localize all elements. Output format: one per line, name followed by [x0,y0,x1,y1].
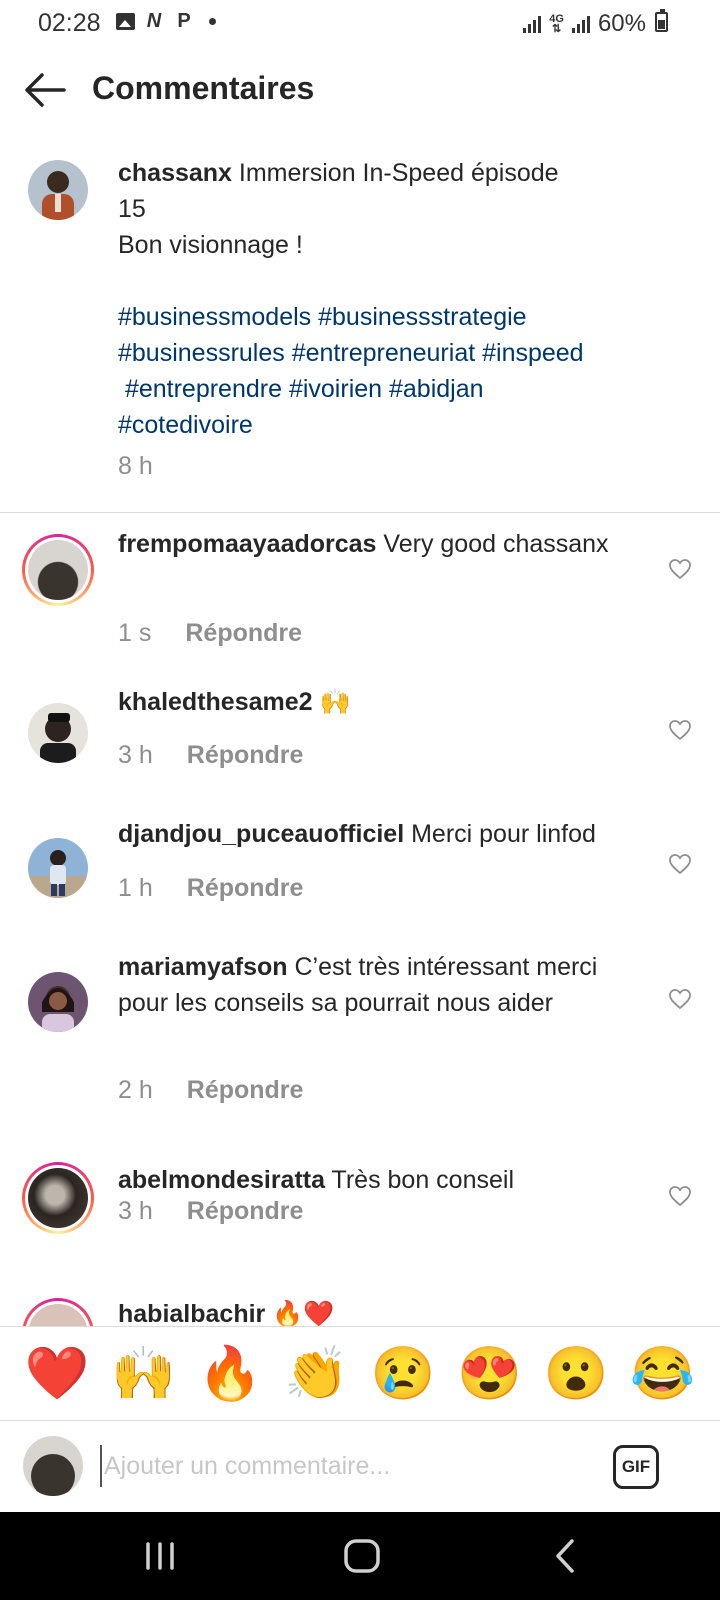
comment-body: Very good chassanx [376,530,609,558]
signal-icon [523,15,542,33]
emoji-heart[interactable]: ❤️ [22,1344,92,1404]
reply-button[interactable]: Répondre [185,619,302,648]
caption-username[interactable]: chassanx [118,159,232,187]
reply-button[interactable]: Répondre [187,741,304,770]
hashtags-line2[interactable]: #businessrules #entrepreneuriat #inspeed [118,335,648,371]
recent-apps-icon[interactable] [138,1534,182,1578]
comment-text: djandjou_puceauofficiel Merci pour linfo… [118,816,648,852]
n-app-icon: N [146,9,162,32]
emoji-heart-eyes[interactable]: 😍 [455,1344,525,1404]
comment-time: 1 h [118,874,153,902]
comment-username[interactable]: djandjou_puceauofficiel [118,820,404,848]
home-icon[interactable] [340,1534,384,1578]
hashtags-line3[interactable]: #entreprendre #ivoirien #abidjan [118,371,648,407]
4g-icon: 4G ⇅ [549,13,564,35]
p-app-icon: P [177,9,191,32]
comment-meta: 3 h Répondre [118,1197,303,1226]
reply-button[interactable]: Répondre [187,1076,304,1105]
emoji-fire[interactable]: 🔥 [195,1344,265,1404]
comment-input[interactable] [100,1445,580,1487]
gallery-icon [116,12,135,30]
comment-meta: 1 s Répondre [118,619,302,648]
comment-time: 3 h [118,1197,153,1225]
comment-username[interactable]: mariamyafson [118,953,288,981]
comment-username[interactable]: abelmondesiratta [118,1166,325,1194]
emoji-raising-hands[interactable]: 🙌 [109,1344,179,1404]
like-heart-icon[interactable] [668,719,692,741]
notification-icons: N P [116,10,216,32]
header: Commentaires [0,58,720,122]
comment-input-bar: GIF [0,1420,720,1512]
comment-avatar[interactable] [28,703,88,763]
author-avatar[interactable] [28,160,88,220]
more-notifications-icon [209,17,216,25]
comment-body: 🔥❤️ [265,1300,335,1328]
comment-username[interactable]: frempomaayaadorcas [118,530,376,558]
caption-text-line2: 15 [118,195,146,223]
comment-meta: 3 h Répondre [118,741,303,770]
comment-text: frempomaayaadorcas Very good chassanx [118,526,648,562]
reply-button[interactable]: Répondre [187,1197,304,1226]
emoji-surprised[interactable]: 😮 [541,1344,611,1404]
emoji-laughing[interactable]: 😂 [628,1344,698,1404]
system-icons: 4G ⇅ 60% [523,10,646,38]
comment-body: Merci pour linfod [404,820,596,848]
comment-avatar[interactable] [22,534,94,606]
comment-body: Très bon conseil [325,1166,515,1194]
comment-avatar[interactable] [28,838,88,898]
status-bar: 02:28 N P 4G ⇅ 60% [0,0,720,46]
caption-text-line3: Bon visionnage ! [118,231,303,259]
battery-icon [655,9,668,32]
comment-avatar[interactable] [22,1162,94,1234]
current-user-avatar [23,1436,83,1496]
caption-text: Immersion In-Speed épisode [231,159,559,187]
comment-meta: 2 h Répondre [118,1076,303,1105]
like-heart-icon[interactable] [668,988,692,1010]
comment-meta: 1 h Répondre [118,874,303,903]
like-heart-icon[interactable] [668,1185,692,1207]
comment-avatar[interactable] [28,972,88,1032]
back-arrow-icon[interactable] [24,70,68,110]
comment-text: khaledthesame2 🙌 [118,684,648,720]
gif-button[interactable]: GIF [613,1445,659,1489]
emoji-crying[interactable]: 😢 [368,1344,438,1404]
like-heart-icon[interactable] [668,853,692,875]
comment-time: 3 h [118,741,153,769]
emoji-clapping[interactable]: 👏 [282,1344,352,1404]
divider [0,512,720,513]
emoji-reaction-bar: ❤️ 🙌 🔥 👏 😢 😍 😮 😂 [0,1326,720,1420]
status-time: 02:28 [38,9,101,37]
like-heart-icon[interactable] [668,558,692,580]
post-caption: chassanx Immersion In-Speed épisode 15 B… [118,155,648,443]
comment-username[interactable]: khaledthesame2 [118,688,313,716]
battery-percent: 60% [597,10,646,37]
signal-2-icon [571,15,590,33]
caption-timestamp: 8 h [118,452,153,480]
hashtags-line1[interactable]: #businessmodels #businessstrategie [118,299,648,335]
comment-body: 🙌 [312,688,351,716]
comment-username[interactable]: habialbachir [118,1300,265,1328]
comment-time: 1 s [118,619,152,647]
comment-text: mariamyafson C’est très intéressant merc… [118,949,648,1021]
comment-time: 2 h [118,1076,153,1104]
page-title: Commentaires [92,70,315,106]
nav-back-icon[interactable] [544,1534,588,1578]
system-nav-bar [0,1512,720,1600]
reply-button[interactable]: Répondre [187,874,304,903]
hashtags-line4[interactable]: #cotedivoire [118,407,648,443]
comment-text: abelmondesiratta Très bon conseil [118,1162,648,1198]
